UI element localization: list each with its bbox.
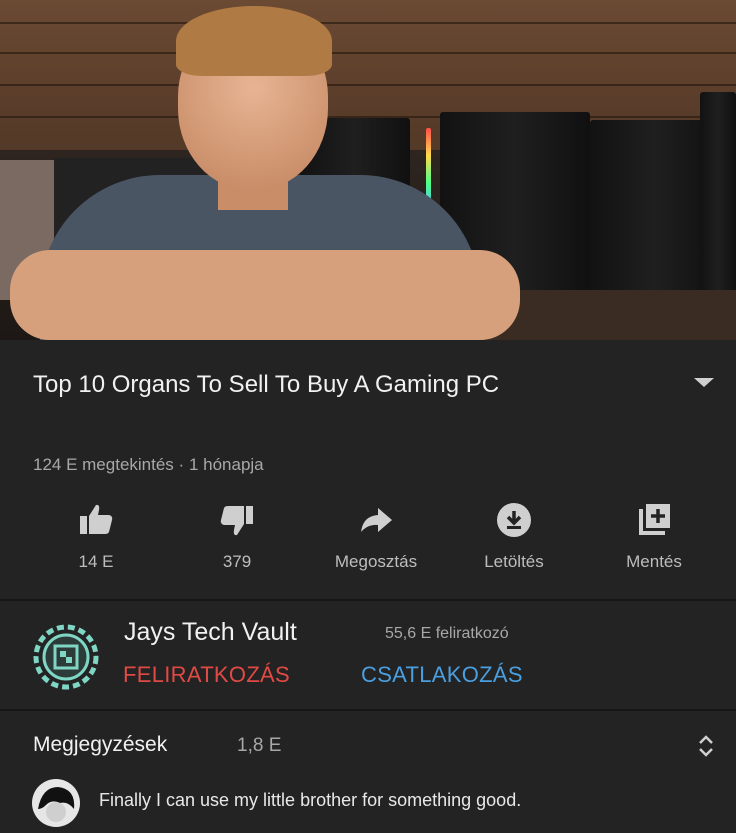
wood-plank	[0, 52, 736, 54]
like-button[interactable]: 14 E	[26, 500, 166, 580]
video-title[interactable]: Top 10 Organs To Sell To Buy A Gaming PC	[33, 367, 613, 403]
view-count: 124 E megtekintés	[33, 455, 174, 474]
presenter-arm	[250, 250, 520, 340]
subscriber-count: 55,6 E feliratkozó	[385, 625, 509, 642]
save-label: Mentés	[626, 552, 682, 571]
join-button[interactable]: CSATLAKOZÁS	[361, 662, 523, 688]
like-count: 14 E	[78, 552, 114, 571]
presenter-hair	[176, 6, 332, 76]
comments-count: 1,8 E	[237, 735, 282, 756]
share-icon	[361, 508, 392, 532]
subscribe-button[interactable]: FELIRATKOZÁS	[123, 662, 290, 688]
thumb-down-icon	[220, 506, 253, 536]
top-comment-text: Finally I can use my little brother for …	[99, 790, 522, 810]
save-button[interactable]: Mentés	[584, 500, 724, 580]
download-label: Letöltés	[484, 552, 544, 571]
action-bar: 14 E 379 Megosztás Letöltés Mentés	[0, 500, 736, 580]
dislike-button[interactable]: 379	[167, 500, 307, 580]
divider	[0, 599, 736, 601]
video-player[interactable]	[0, 0, 736, 340]
dislike-count: 379	[222, 552, 252, 571]
channel-name[interactable]: Jays Tech Vault	[124, 618, 297, 647]
video-meta: 124 E megtekintés · 1 hónapja	[33, 455, 264, 475]
commenter-avatar[interactable]	[32, 779, 80, 827]
upload-age: 1 hónapja	[188, 455, 264, 474]
meta-separator: ·	[178, 455, 185, 474]
chevron-down-icon[interactable]	[694, 378, 714, 387]
share-label: Megosztás	[334, 552, 418, 571]
comments-title[interactable]: Megjegyzések	[33, 733, 167, 757]
playlist-add-icon	[639, 504, 670, 535]
download-button[interactable]: Letöltés	[444, 500, 584, 580]
wood-plank	[0, 22, 736, 24]
avatar-image	[32, 779, 80, 827]
thumb-up-icon	[80, 504, 113, 534]
download-icon	[497, 503, 531, 537]
divider	[0, 709, 736, 711]
expand-icon[interactable]	[692, 732, 720, 760]
wood-plank	[0, 84, 736, 86]
channel-avatar[interactable]	[33, 624, 99, 690]
pc-case	[700, 92, 736, 292]
share-button[interactable]: Megosztás	[306, 500, 446, 580]
